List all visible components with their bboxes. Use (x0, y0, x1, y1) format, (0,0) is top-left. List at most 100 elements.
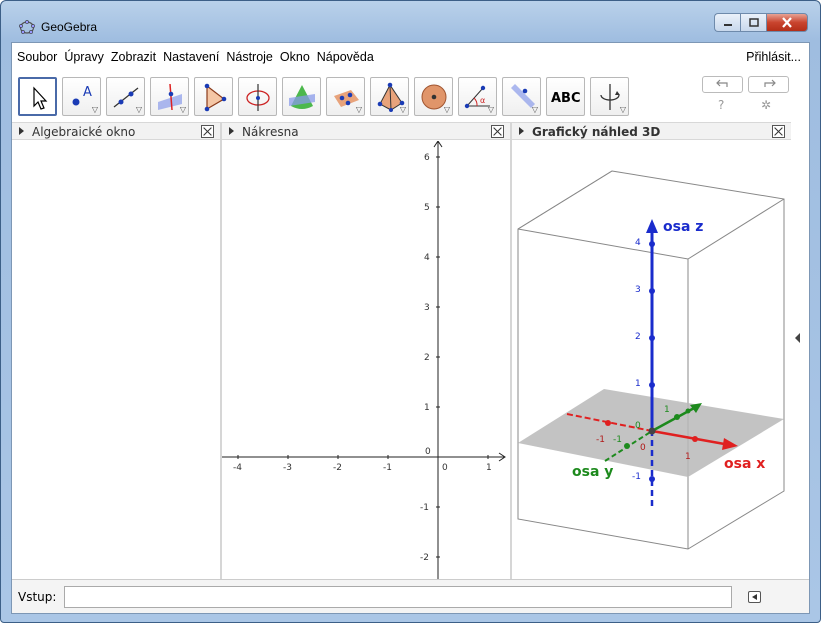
graphics-2d-canvas[interactable]: -4 -3 -2 -1 0 1 6 5 4 3 2 1 0 -1 -2 (222, 140, 510, 579)
maximize-button[interactable] (740, 13, 766, 32)
input-field[interactable] (64, 586, 732, 608)
svg-text:α: α (480, 96, 485, 105)
algebra-panel-title: Algebraické okno (32, 125, 136, 139)
x-tick-label: -1 (596, 435, 605, 445)
menu-okno[interactable]: Okno (278, 50, 312, 64)
x-tick-label: -1 (383, 463, 392, 473)
menu-nastaveni[interactable]: Nastavení (161, 50, 221, 64)
collapse-arrow-icon[interactable] (519, 127, 524, 135)
z-tick-label: -1 (632, 472, 641, 482)
algebra-panel-header: Algebraické okno (12, 122, 220, 140)
x-axis-label: osa x (724, 456, 765, 472)
polygon-icon (204, 83, 227, 112)
close-panel-icon[interactable] (772, 125, 785, 138)
tool-line[interactable]: ▽ (106, 77, 145, 116)
menu-nastroje[interactable]: Nástroje (224, 50, 275, 64)
minimize-icon (723, 23, 732, 26)
tool-angle[interactable]: α ▽ (458, 77, 497, 116)
y-tick-label: -2 (420, 553, 429, 563)
circle-icon (246, 84, 270, 111)
tool-intersect[interactable] (282, 77, 321, 116)
y-tick-label: 1 (664, 405, 670, 415)
tool-circle[interactable] (238, 77, 277, 116)
move-arrow-icon (33, 86, 48, 110)
y-tick-label: 6 (424, 153, 430, 163)
x-tick-label: -4 (233, 463, 242, 473)
chevron-down-icon: ▽ (135, 105, 142, 114)
menu-zobrazit[interactable]: Zobrazit (109, 50, 158, 64)
maximize-icon (748, 18, 759, 27)
redo-button[interactable] (748, 76, 789, 93)
y-ticks: 6 5 4 3 2 1 0 -1 -2 (420, 153, 440, 563)
application-window: GeoGebra Soubor Úpravy Zobrazit Nastaven… (0, 0, 821, 623)
chevron-down-icon: ▽ (443, 105, 450, 114)
gear-icon[interactable]: ✲ (761, 98, 771, 112)
collapse-arrow-icon[interactable] (229, 127, 234, 135)
x-tick-label: 1 (685, 452, 691, 462)
help-icon[interactable]: ? (718, 98, 724, 112)
tool-move[interactable] (18, 77, 57, 116)
algebra-view[interactable] (12, 141, 220, 579)
tool-text[interactable]: ABC (546, 77, 585, 116)
graphics-3d-canvas[interactable]: 4 3 2 1 -1 osa z -1 0 1 osa x -1 0 1 osa… (512, 141, 791, 579)
minimize-button[interactable] (714, 13, 740, 32)
undo-icon (715, 79, 728, 87)
y-tick-label: 3 (424, 303, 430, 313)
client-area: Soubor Úpravy Zobrazit Nastavení Nástroj… (11, 42, 810, 614)
tool-perpendicular[interactable]: ▽ (150, 77, 189, 116)
chevron-down-icon: ▽ (179, 105, 186, 114)
collapse-arrow-icon[interactable] (19, 127, 24, 135)
sidebar-toggle-icon[interactable] (795, 333, 800, 343)
chevron-down-icon: ▽ (619, 105, 626, 114)
geogebra-logo-icon (19, 20, 35, 34)
svg-text:ABC: ABC (551, 91, 581, 106)
x-tick-label: -3 (283, 463, 292, 473)
tool-point[interactable]: A ▽ (62, 77, 101, 116)
z-axis-arrow-icon (646, 219, 658, 233)
y-axis-label: osa y (572, 464, 613, 480)
graphics3d-panel-header: Grafický náhled 3D (512, 122, 791, 140)
y-tick-label: 2 (424, 353, 430, 363)
graphics-panel-title: Nákresna (242, 125, 299, 139)
z-tick-label: 4 (635, 238, 641, 248)
chevron-down-icon: ▽ (91, 105, 98, 114)
z-tick-label: 1 (635, 379, 641, 389)
menu-bar: Soubor Úpravy Zobrazit Nastavení Nástroj… (12, 43, 809, 71)
y-tick-label: 1 (424, 403, 430, 413)
tool-pyramid[interactable]: ▽ (370, 77, 409, 116)
intersect-surfaces-icon (289, 85, 315, 109)
close-button[interactable] (766, 13, 808, 32)
close-icon (782, 17, 792, 28)
close-panel-icon[interactable] (201, 125, 214, 138)
graphics-view[interactable]: -4 -3 -2 -1 0 1 6 5 4 3 2 1 0 -1 -2 (222, 140, 510, 579)
title-bar[interactable]: GeoGebra (1, 1, 820, 37)
undo-button[interactable] (702, 76, 743, 93)
graphics-panel-header: Nákresna (222, 122, 510, 140)
z-tick-label: 2 (635, 332, 641, 342)
y-tick-label: 4 (424, 253, 430, 263)
y-tick-label: -1 (613, 435, 622, 445)
x-tick-label: -2 (333, 463, 342, 473)
tool-polygon[interactable] (194, 77, 233, 116)
tool-reflect[interactable]: ▽ (502, 77, 541, 116)
chevron-down-icon: ▽ (399, 105, 406, 114)
menu-upravy[interactable]: Úpravy (62, 50, 106, 64)
origin-point (648, 427, 656, 435)
y-tick-label: 5 (424, 203, 430, 213)
y-tick-label: 0 (425, 447, 431, 457)
x-ticks: -4 -3 -2 -1 0 1 (233, 455, 492, 473)
tool-sphere[interactable]: ▽ (414, 77, 453, 116)
login-link[interactable]: Přihlásit... (746, 50, 801, 64)
tool-rotate-view[interactable]: ▽ (590, 77, 629, 116)
menu-napoveda[interactable]: Nápověda (315, 50, 376, 64)
graphics3d-panel-title: Grafický náhled 3D (532, 125, 661, 139)
window-controls (714, 13, 808, 33)
close-panel-icon[interactable] (491, 125, 504, 138)
x-tick-label: 1 (486, 463, 492, 473)
tool-plane[interactable]: ▽ (326, 77, 365, 116)
x-tick-label: 0 (442, 463, 448, 473)
input-help-icon[interactable] (748, 591, 761, 603)
input-bar: Vstup: (12, 579, 809, 613)
graphics-3d-view[interactable]: 4 3 2 1 -1 osa z -1 0 1 osa x -1 0 1 osa… (512, 141, 791, 579)
menu-soubor[interactable]: Soubor (15, 50, 59, 64)
